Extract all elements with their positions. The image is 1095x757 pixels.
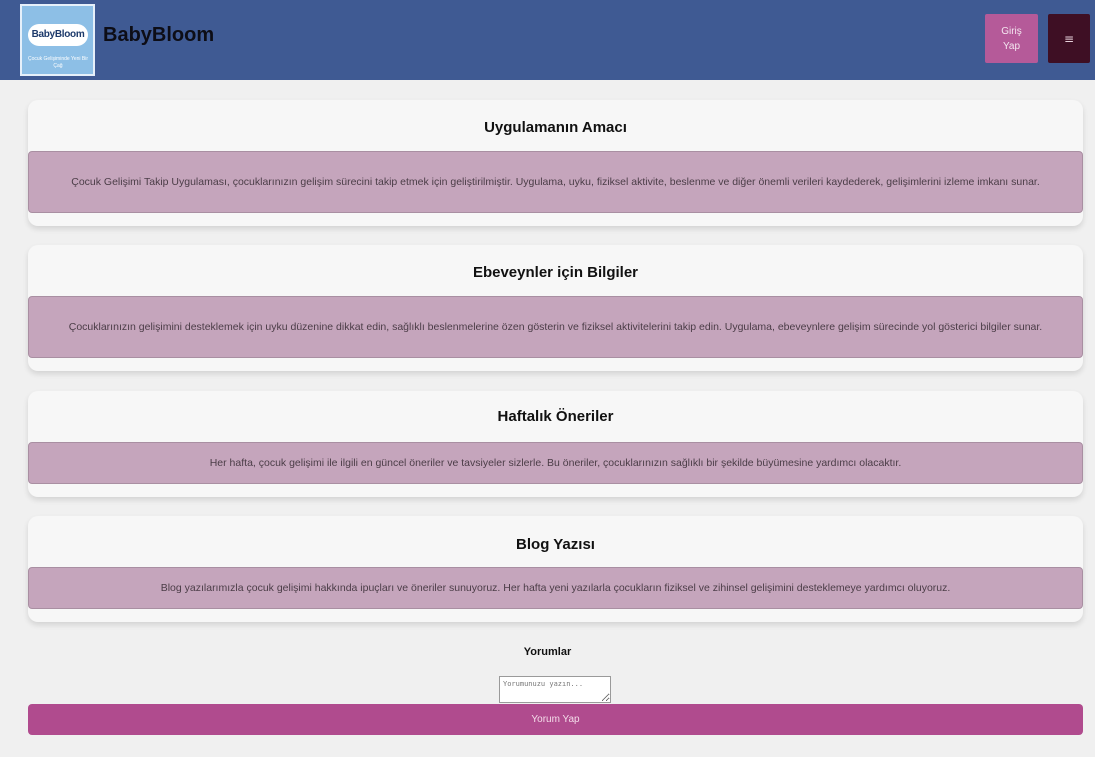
section-purpose: Uygulamanın Amacı Çocuk Gelişimi Takip U… <box>28 100 1083 226</box>
section-weekly: Haftalık Öneriler Her hafta, çocuk geliş… <box>28 391 1083 497</box>
menu-button[interactable]: ≡ <box>1048 14 1090 63</box>
section-text: Çocuk Gelişimi Takip Uygulaması, çocukla… <box>28 151 1083 213</box>
comments-title: Yorumlar <box>523 646 572 658</box>
submit-comment-button[interactable]: Yorum Yap <box>28 704 1083 735</box>
section-parents: Ebeveynler için Bilgiler Çocuklarınızın … <box>28 245 1083 371</box>
comment-input[interactable] <box>499 676 611 703</box>
section-title: Uygulamanın Amacı <box>484 119 627 136</box>
section-blog: Blog Yazısı Blog yazılarımızla çocuk gel… <box>28 516 1083 622</box>
login-button[interactable]: Giriş Yap <box>985 14 1038 63</box>
section-title: Blog Yazısı <box>516 536 595 553</box>
section-text: Çocuklarınızın gelişimini desteklemek iç… <box>28 296 1083 358</box>
logo-title: BabyBloom <box>31 29 85 40</box>
section-text: Her hafta, çocuk gelişimi ile ilgili en … <box>28 442 1083 484</box>
logo-tagline: Çocuk Gelişiminde Yeni Bir Çağ <box>27 56 89 69</box>
section-title: Ebeveynler için Bilgiler <box>472 264 639 281</box>
menu-icon: ≡ <box>1063 31 1075 46</box>
navbar: BabyBloom Çocuk Gelişiminde Yeni Bir Çağ… <box>0 0 1095 80</box>
section-text: Blog yazılarımızla çocuk gelişimi hakkın… <box>28 567 1083 609</box>
brand-name[interactable]: BabyBloom <box>103 24 214 47</box>
logo[interactable]: BabyBloom Çocuk Gelişiminde Yeni Bir Çağ <box>20 4 95 76</box>
section-title: Haftalık Öneriler <box>497 408 614 425</box>
